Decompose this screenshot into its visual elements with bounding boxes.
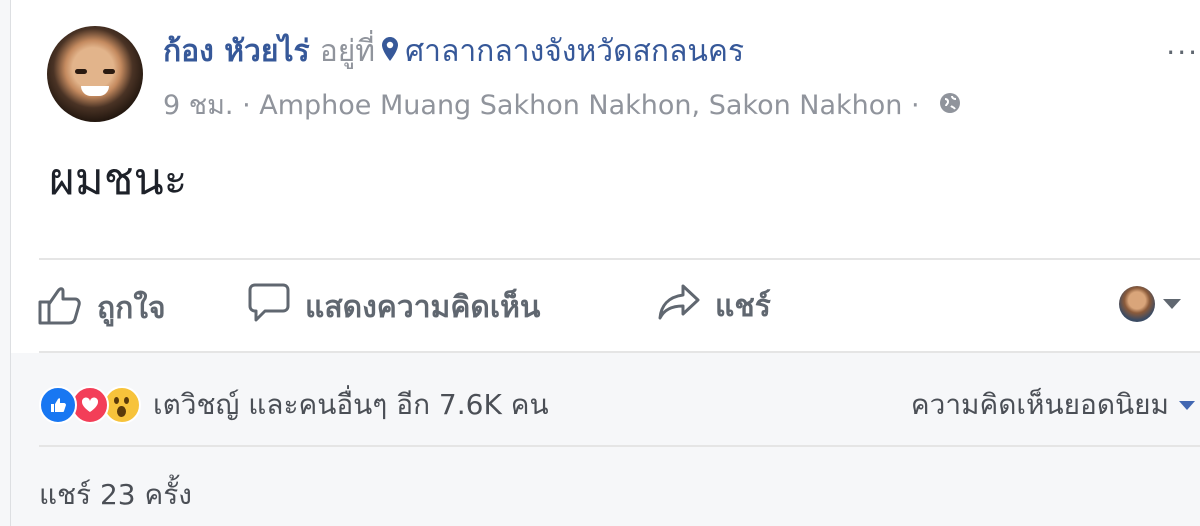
reactions-text[interactable]: เตวิชญ์ และคนอื่นๆ อีก 7.6K คน — [153, 383, 549, 427]
place-link[interactable]: ศาลากลางจังหวัดสกลนคร — [405, 34, 744, 69]
post-location[interactable]: Amphoe Muang Sakhon Nakhon, Sakon Nakhon — [259, 90, 902, 121]
more-options-icon[interactable]: ··· — [1166, 36, 1199, 69]
wow-eye — [114, 397, 119, 404]
chevron-down-icon — [1163, 299, 1181, 309]
post-card: ก้อง หัวยไร่ อยู่ที่ ศาลากลางจังหวัดสกลนคร… — [10, 0, 1200, 526]
comment-label: แสดงความคิดเห็น — [305, 289, 541, 325]
engagement-section: เตวิชญ์ และคนอื่นๆ อีก 7.6K คน ความคิดเห… — [11, 353, 1200, 526]
reactions-summary[interactable]: เตวิชญ์ และคนอื่นๆ อีก 7.6K คน — [39, 383, 549, 427]
avatar-smile — [81, 86, 109, 96]
avatar-eye — [75, 69, 87, 74]
comment-sort-dropdown[interactable]: ความคิดเห็นยอดนิยม — [911, 383, 1195, 427]
author-avatar[interactable] — [47, 26, 143, 122]
comment-sort-label: ความคิดเห็นยอดนิยม — [910, 388, 1169, 421]
post-time[interactable]: 9 ชม. — [163, 90, 233, 121]
post-as-selector[interactable] — [1119, 286, 1181, 322]
post-text: ผมชนะ — [49, 154, 188, 205]
chevron-down-icon — [1179, 400, 1195, 410]
share-button[interactable]: แชร์ — [657, 282, 771, 330]
user-avatar — [1119, 286, 1155, 322]
wow-mouth — [117, 406, 126, 417]
divider — [39, 445, 1200, 447]
share-count[interactable]: แชร์ 23 ครั้ง — [39, 473, 192, 517]
wow-eye — [124, 397, 129, 404]
like-button[interactable]: ถูกใจ — [37, 282, 166, 334]
divider — [39, 258, 1200, 260]
post-meta: 9 ชม. · Amphoe Muang Sakhon Nakhon, Sako… — [163, 86, 962, 127]
at-label: อยู่ที่ — [319, 34, 376, 69]
post-header: ก้อง หัวยไร่ อยู่ที่ ศาลากลางจังหวัดสกลนคร — [163, 30, 744, 75]
globe-icon[interactable] — [938, 87, 962, 127]
comment-bubble-icon — [247, 282, 291, 332]
share-arrow-icon — [657, 282, 701, 330]
like-label: ถูกใจ — [97, 290, 166, 326]
meta-separator: · — [911, 90, 920, 121]
meta-separator: · — [242, 90, 251, 121]
location-pin-icon — [381, 31, 399, 75]
comment-button[interactable]: แสดงความคิดเห็น — [247, 282, 540, 332]
share-label: แชร์ — [715, 288, 771, 324]
action-bar: ถูกใจ แสดงความคิดเห็น แชร์ — [11, 262, 1200, 352]
author-name[interactable]: ก้อง หัวยไร่ — [163, 34, 310, 69]
thumbs-up-icon — [37, 282, 83, 334]
avatar-eye — [103, 69, 115, 74]
like-icon — [39, 386, 77, 424]
